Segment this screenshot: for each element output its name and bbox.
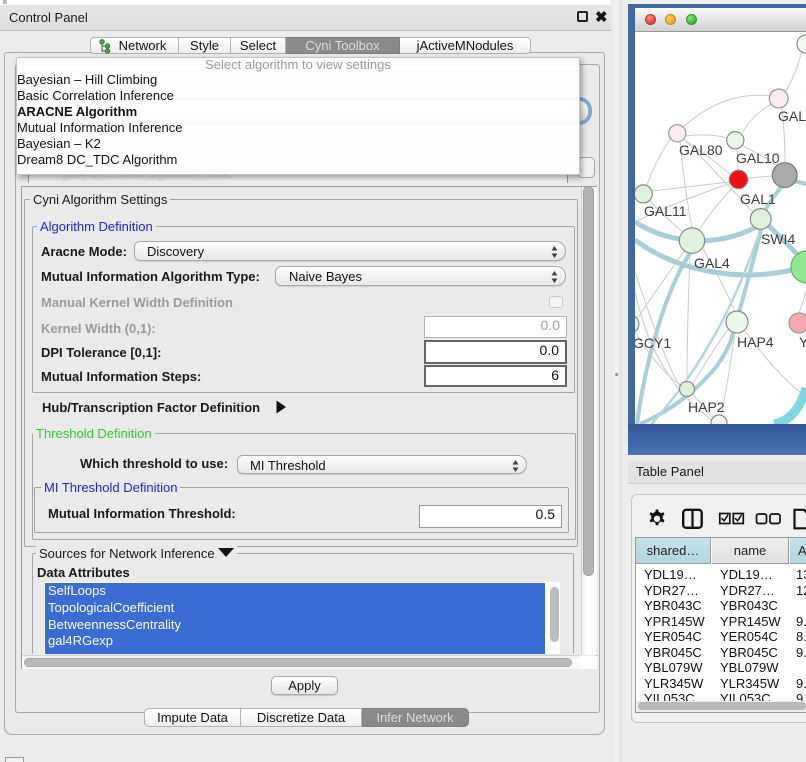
svg-text:GAL1: GAL1 [740, 191, 776, 207]
svg-text:HAP4: HAP4 [737, 334, 774, 350]
svg-text:GCY1: GCY1 [635, 335, 671, 351]
svg-text:GAL80: GAL80 [679, 142, 723, 158]
svg-text:GAL7: GAL7 [778, 108, 806, 124]
svg-text:Y: Y [799, 334, 806, 350]
svg-text:GAL4: GAL4 [694, 255, 730, 271]
svg-text:HAP2: HAP2 [688, 399, 725, 415]
svg-text:GAL11: GAL11 [644, 203, 687, 219]
svg-text:SWI4: SWI4 [761, 231, 795, 247]
svg-text:GAL10: GAL10 [736, 150, 780, 166]
